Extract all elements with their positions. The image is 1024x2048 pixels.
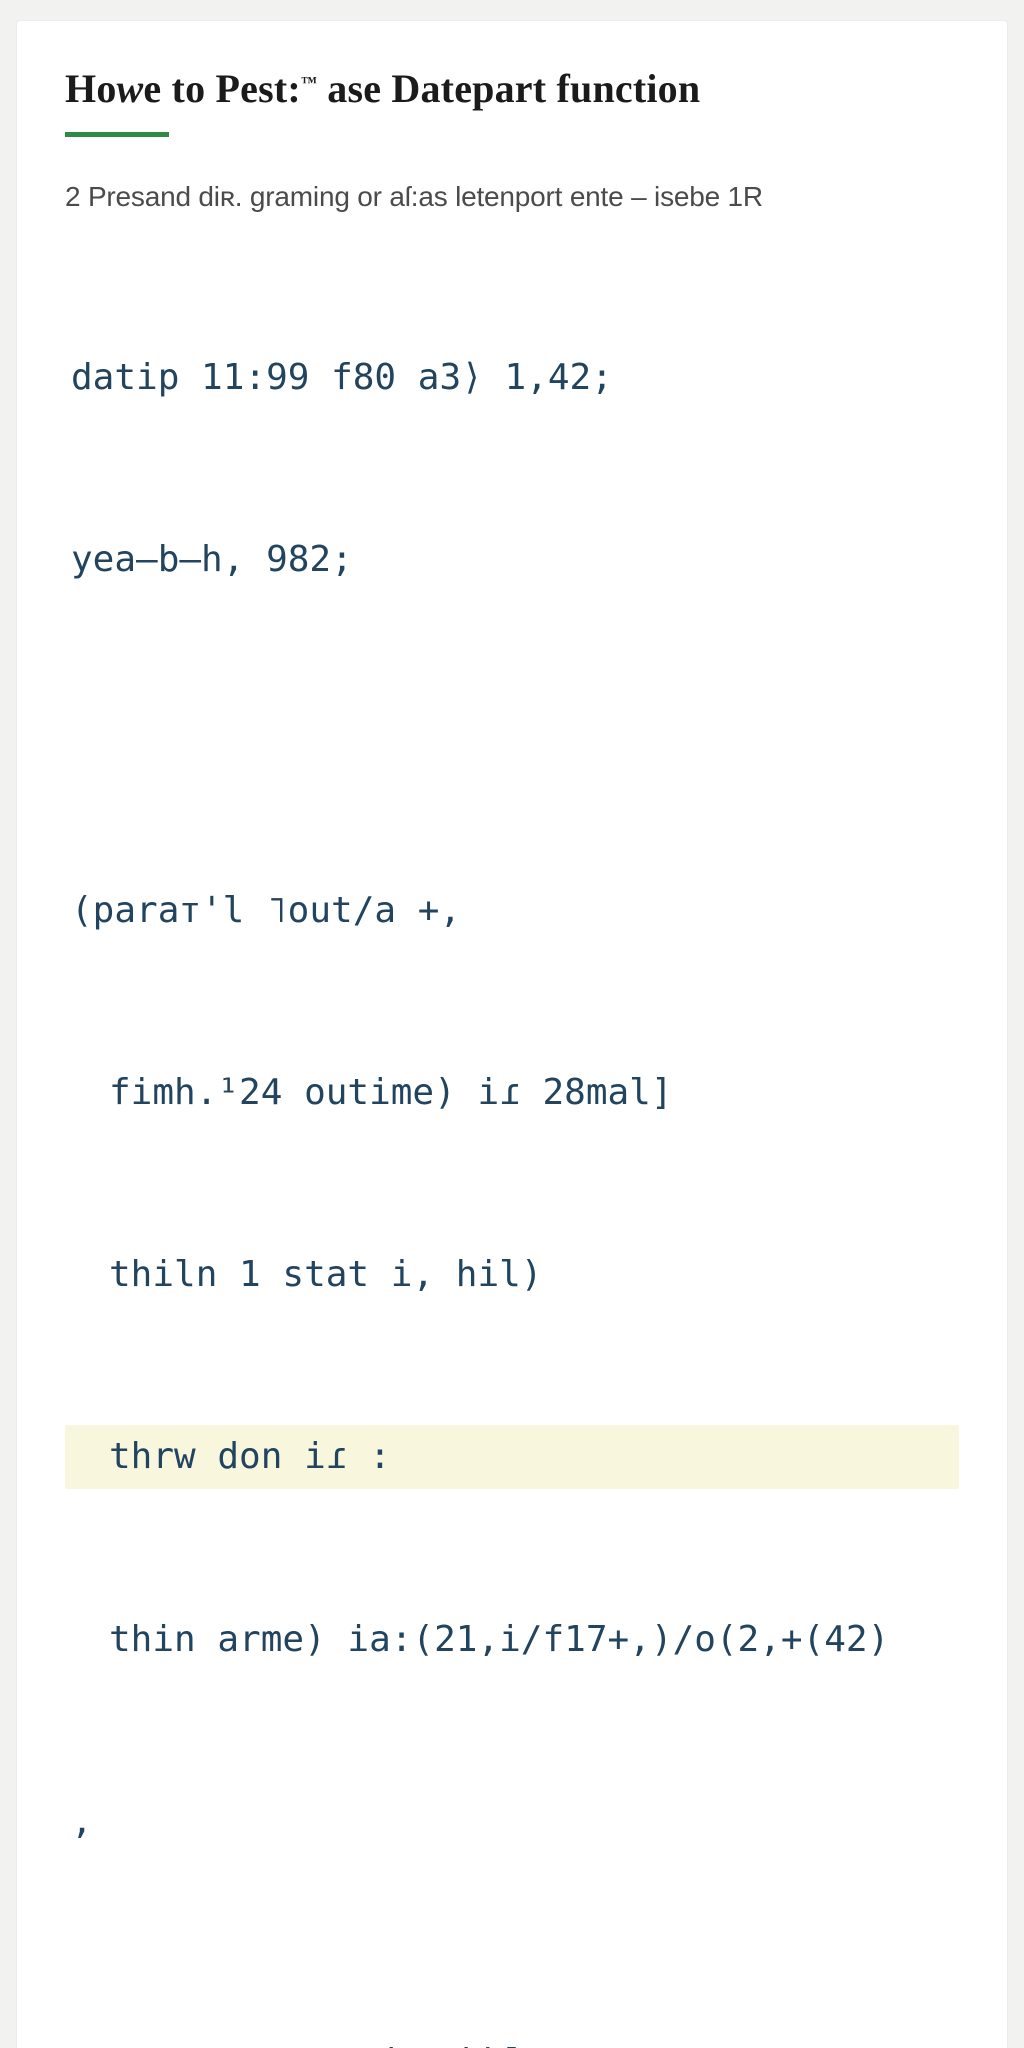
code-blank-line [65, 710, 959, 760]
code-line: thiln 1 stat i, hil) [65, 1243, 959, 1306]
content-card: Howe to Pest:™ ase Datepart function 2 P… [16, 20, 1008, 2048]
code-line: (paraᴛ'l ˥out/a +, [65, 879, 959, 942]
code-line: extracted nabhl→ [65, 1972, 959, 2048]
arrow-right-icon: → [526, 2035, 548, 2048]
code-line: thin arme) ia:(21,i/f17+,)/o(2,+(42) [65, 1608, 959, 1671]
page-title: Howe to Pest:™ ase Datepart function [65, 65, 959, 112]
description-text: 2 Presand diʀ. graming or aſ:as letenpor… [65, 181, 959, 213]
code-line: datip 11:99 f80 a3⟩ 1,42; [65, 346, 959, 409]
code-line: , [65, 1790, 959, 1853]
code-line: fimh.¹24 outime) iɾ 28mal] [65, 1061, 959, 1124]
code-block: datip 11:99 f80 a3⟩ 1,42; yea–b–h, 982; … [65, 227, 959, 2048]
title-accent-rule [65, 132, 169, 137]
code-line: yea–b–h, 982; [65, 528, 959, 591]
code-line-highlighted: thrw don iɾ : [65, 1425, 959, 1488]
code-text: extracted nabhl [201, 2042, 526, 2048]
